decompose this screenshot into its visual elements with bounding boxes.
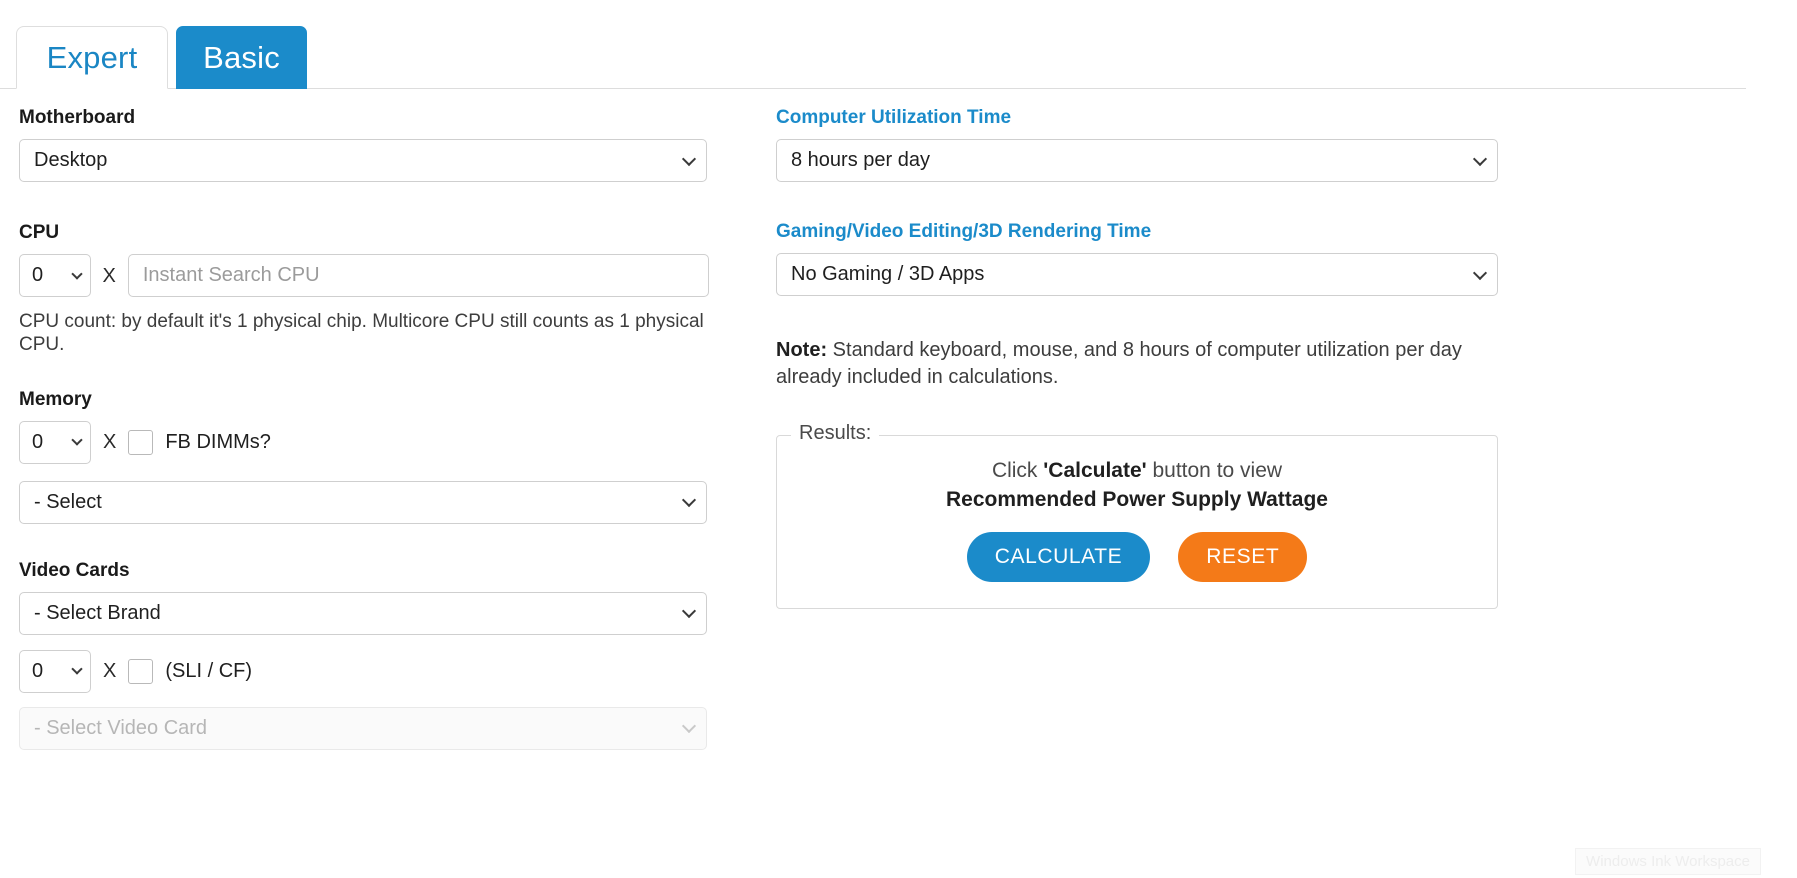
gaming-select-value: No Gaming / 3D Apps	[791, 263, 985, 285]
motherboard-group: Motherboard Desktop	[19, 108, 709, 182]
chevron-down-icon	[681, 719, 697, 734]
memory-type-select[interactable]: - Select	[19, 480, 707, 524]
chevron-down-icon	[1472, 151, 1488, 166]
cpu-label: CPU	[19, 222, 60, 243]
video-cards-label: Video Cards	[19, 559, 130, 581]
utilization-label: Computer Utilization Time	[776, 107, 1012, 128]
windows-ink-workspace-tooltip: Windows Ink Workspace	[1575, 848, 1761, 875]
video-card-count-value: 0	[32, 659, 44, 682]
video-card-model-select: - Select Video Card	[19, 706, 707, 750]
left-form-column: Motherboard Desktop CPU 0 X CPU count: b…	[19, 108, 709, 750]
note-prefix: Note:	[776, 339, 828, 361]
results-instruction-bold: 'Calculate'	[1043, 459, 1147, 482]
utilization-select[interactable]: 8 hours per day	[776, 139, 1498, 182]
gaming-label: Gaming/Video Editing/3D Rendering Time	[776, 221, 1152, 242]
memory-group: Memory 0 X FB DIMMs? - Select	[19, 390, 709, 524]
cpu-helper-text: CPU count: by default it's 1 physical ch…	[19, 311, 704, 355]
utilization-select-value: 8 hours per day	[791, 149, 930, 171]
results-content: Click 'Calculate' button to view Recomme…	[793, 458, 1481, 582]
memory-count-row: 0 X FB DIMMs?	[19, 420, 709, 464]
memory-multiplier-symbol: X	[103, 431, 117, 454]
results-instruction: Click 'Calculate' button to view	[793, 458, 1481, 484]
chevron-down-icon	[681, 151, 697, 166]
tab-basic[interactable]: Basic	[176, 26, 307, 89]
fb-dimms-checkbox[interactable]	[128, 429, 154, 455]
motherboard-label: Motherboard	[19, 107, 136, 128]
cpu-count-select[interactable]: 0	[19, 254, 91, 297]
gaming-select[interactable]: No Gaming / 3D Apps	[776, 253, 1498, 296]
results-instruction-pre: Click	[991, 459, 1044, 482]
fb-dimms-label: FB DIMMs?	[165, 431, 271, 454]
video-card-count-select[interactable]: 0	[19, 649, 91, 693]
results-instruction-post: button to view	[1146, 459, 1283, 482]
memory-label: Memory	[19, 388, 92, 410]
video-card-model-value: - Select Video Card	[34, 716, 208, 739]
tab-expert[interactable]: Expert	[16, 26, 168, 89]
cpu-count-value: 0	[32, 264, 44, 286]
video-card-brand-value: - Select Brand	[34, 601, 161, 624]
memory-type-value: - Select	[34, 490, 102, 513]
video-card-brand-select[interactable]: - Select Brand	[19, 591, 707, 635]
motherboard-select[interactable]: Desktop	[19, 139, 707, 182]
sli-cf-label: (SLI / CF)	[165, 660, 253, 683]
video-card-multiplier-symbol: X	[103, 660, 117, 683]
results-button-row: CALCULATE RESET	[793, 531, 1481, 582]
cpu-multiplier-symbol: X	[102, 264, 116, 287]
cpu-group: CPU 0 X CPU count: by default it's 1 phy…	[19, 223, 709, 357]
chevron-down-icon	[1472, 265, 1488, 280]
gaming-group: Gaming/Video Editing/3D Rendering Time N…	[776, 222, 1498, 296]
calculate-button[interactable]: CALCULATE	[966, 531, 1151, 582]
chevron-down-icon	[681, 493, 697, 508]
memory-count-select[interactable]: 0	[19, 420, 91, 464]
tab-expert-label: Expert	[46, 40, 138, 75]
results-headline: Recommended Power Supply Wattage	[946, 488, 1328, 512]
chevron-down-icon	[681, 604, 697, 619]
results-panel: Results: Click 'Calculate' button to vie…	[776, 423, 1498, 609]
reset-button[interactable]: RESET	[1178, 531, 1308, 582]
video-cards-group: Video Cards - Select Brand 0 X (SLI / CF…	[19, 561, 709, 750]
chevron-down-icon	[71, 434, 83, 446]
right-form-column: Computer Utilization Time 8 hours per da…	[776, 108, 1498, 609]
motherboard-select-value: Desktop	[34, 149, 108, 171]
tab-bar: Expert Basic	[0, 26, 1746, 90]
utilization-group: Computer Utilization Time 8 hours per da…	[776, 108, 1498, 182]
chevron-down-icon	[71, 663, 83, 675]
note-text: Note: Standard keyboard, mouse, and 8 ho…	[776, 337, 1476, 391]
memory-count-value: 0	[32, 430, 44, 453]
tab-basic-label: Basic	[203, 40, 280, 75]
chevron-down-icon	[70, 267, 83, 280]
psu-calculator-page: Expert Basic Motherboard Desktop CPU 0 X	[0, 0, 1797, 878]
cpu-search-input[interactable]	[127, 254, 709, 297]
cpu-row: 0 X	[19, 254, 709, 297]
note-body: Standard keyboard, mouse, and 8 hours of…	[776, 339, 1462, 388]
sli-cf-checkbox[interactable]	[128, 658, 154, 684]
video-card-count-row: 0 X (SLI / CF)	[19, 649, 709, 693]
results-legend: Results:	[791, 423, 880, 443]
